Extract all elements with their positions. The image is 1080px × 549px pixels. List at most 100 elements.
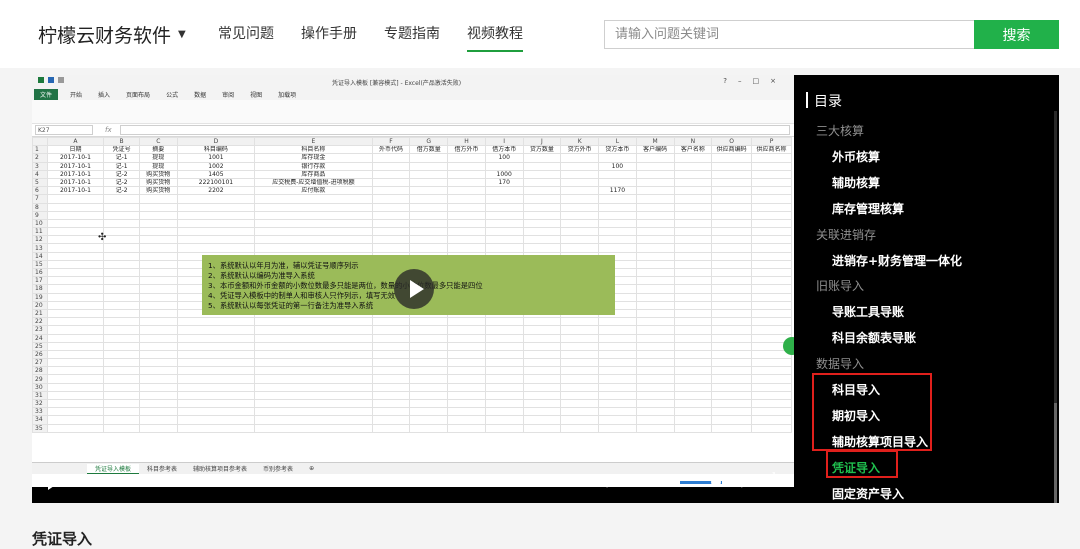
table-cell: [138, 284, 178, 294]
volume-handle[interactable]: [710, 477, 721, 487]
table-cell: [103, 308, 140, 319]
formula-input: [119, 125, 790, 135]
table-cell: [522, 349, 562, 360]
table-cell: [560, 194, 600, 204]
table-cell: [46, 284, 105, 294]
table-cell: [484, 333, 524, 343]
search-input[interactable]: [604, 20, 976, 49]
table-cell: [103, 194, 140, 204]
table-cell: [673, 366, 713, 376]
table-cell: [46, 317, 105, 327]
toc-item[interactable]: 外币核算: [794, 144, 1049, 170]
table-cell: [409, 177, 449, 188]
table-cell: [711, 161, 753, 171]
table-cell: [103, 349, 140, 360]
table-cell: [46, 300, 105, 310]
progress-handle[interactable]: [77, 478, 86, 487]
table-cell: [635, 333, 675, 343]
toc-category: 关联进销存: [816, 227, 877, 242]
table-cell: [138, 194, 178, 204]
table-cell: [673, 284, 713, 294]
nav-manual[interactable]: 操作手册: [301, 0, 357, 68]
table-cell: [635, 243, 675, 253]
table-cell: [371, 374, 411, 384]
big-play-button[interactable]: [394, 269, 434, 309]
help-icon: ?: [723, 77, 727, 85]
table-cell: [103, 292, 140, 302]
table-cell: [103, 284, 140, 294]
excel-window-title: 凭证导入模板 [兼容模式] - Excel(产品激活失败): [332, 80, 462, 87]
table-cell: 供应商名称: [751, 145, 792, 155]
progress-bar[interactable]: [77, 478, 558, 487]
table-cell: [522, 366, 562, 376]
nav-faq[interactable]: 常见问题: [218, 0, 274, 68]
column-header: A: [46, 136, 105, 147]
table-cell: [447, 210, 486, 220]
table-cell: [254, 374, 373, 384]
table-cell: [409, 349, 449, 360]
table-cell: [522, 374, 562, 384]
table-cell: 日期: [46, 145, 105, 155]
table-cell: [598, 169, 637, 179]
table-cell: [409, 317, 449, 327]
volume-icon[interactable]: 🔊︎: [656, 473, 665, 489]
brand[interactable]: 柠檬云财务软件 ▼: [38, 21, 186, 48]
table-cell: [176, 382, 256, 392]
table-cell: [751, 300, 792, 310]
toc-item[interactable]: 科目余额表导账: [794, 325, 1049, 351]
toc-scroll-thumb[interactable]: [1054, 403, 1057, 503]
table-cell: [673, 169, 713, 179]
toc-item[interactable]: 辅助核算: [794, 170, 1049, 196]
table-cell: [46, 210, 105, 220]
table-cell: [371, 407, 411, 417]
play-icon[interactable]: [48, 474, 60, 490]
table-cell: [46, 349, 105, 360]
chevron-down-icon[interactable]: ▼: [178, 29, 186, 40]
toc-item[interactable]: 固定资产导入: [794, 481, 1049, 503]
table-cell: [673, 210, 713, 220]
table-cell: [371, 235, 411, 245]
table-cell: [560, 177, 600, 188]
table-row: 13: [32, 243, 792, 253]
nav-guide[interactable]: 专题指南: [384, 0, 440, 68]
nav-video-tutorials[interactable]: 视频教程: [467, 0, 523, 68]
gear-icon[interactable]: ⚙: [735, 473, 748, 491]
table-cell: [254, 210, 373, 220]
table-cell: [46, 202, 105, 212]
table-cell: [371, 186, 411, 196]
column-header: L: [598, 136, 637, 147]
table-cell: 应付账款: [254, 186, 373, 196]
table-cell: [560, 423, 600, 433]
table-cell: [46, 423, 105, 433]
table-cell: [447, 390, 486, 401]
table-cell: [176, 227, 256, 237]
table-cell: [254, 235, 373, 245]
search-button[interactable]: 搜索: [974, 20, 1059, 49]
table-cell: [103, 407, 140, 417]
fullscreen-icon[interactable]: ⤢: [767, 471, 775, 482]
table-cell: [751, 325, 792, 335]
table-cell: 记-1: [103, 161, 140, 171]
table-row: 2 2017-10-1 记-1 提现 1001 库存现金 100: [32, 153, 792, 163]
table-cell: [371, 325, 411, 335]
table-cell: [447, 366, 486, 376]
table-cell: [138, 276, 178, 286]
toc-item[interactable]: 库存管理核算: [794, 196, 1049, 222]
table-cell: [522, 194, 562, 204]
table-cell: [522, 390, 562, 401]
video-frame[interactable]: 凭证导入模板 [兼容模式] - Excel(产品激活失败) ? – □ × 文件…: [32, 75, 794, 503]
table-cell: [711, 202, 753, 212]
table-cell: 库存现金: [254, 153, 373, 163]
table-cell: [560, 235, 600, 245]
maximize-icon: □: [752, 77, 760, 85]
table-cell: [254, 341, 373, 351]
table-cell: [635, 251, 675, 261]
table-cell: [560, 227, 600, 237]
toc-item[interactable]: 进销存+财务管理一体化: [794, 248, 1049, 274]
table-cell: [103, 202, 140, 212]
table-cell: [46, 218, 105, 229]
toc-item[interactable]: 导账工具导账: [794, 299, 1049, 325]
table-cell: [371, 243, 411, 253]
table-cell: [409, 186, 449, 196]
table-cell: [103, 415, 140, 425]
